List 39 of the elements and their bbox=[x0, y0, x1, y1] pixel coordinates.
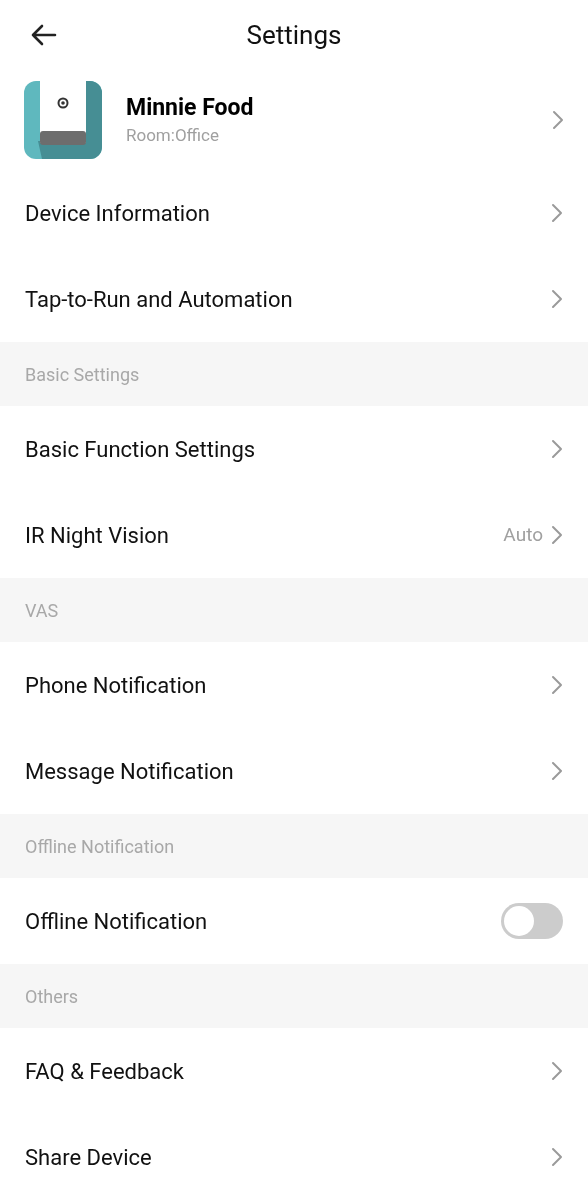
settings-row[interactable]: Message Notification bbox=[0, 728, 588, 814]
row-label: Device Information bbox=[25, 199, 211, 228]
section-header: VAS bbox=[0, 578, 588, 642]
chevron-right-icon bbox=[551, 675, 563, 695]
settings-row[interactable]: Basic Function Settings bbox=[0, 406, 588, 492]
row-label: Message Notification bbox=[25, 757, 235, 786]
device-icon bbox=[24, 81, 102, 159]
row-label: Phone Notification bbox=[25, 671, 208, 700]
row-label: Tap-to-Run and Automation bbox=[25, 285, 294, 314]
page-title: Settings bbox=[246, 18, 342, 52]
section-header: Offline Notification bbox=[0, 814, 588, 878]
device-room: Room:Office bbox=[126, 124, 220, 147]
settings-row[interactable]: FAQ & Feedback bbox=[0, 1028, 588, 1114]
chevron-right-icon bbox=[552, 110, 564, 130]
row-label: FAQ & Feedback bbox=[25, 1057, 185, 1086]
chevron-right-icon bbox=[551, 289, 563, 309]
settings-row[interactable]: Offline Notification bbox=[0, 878, 588, 964]
section-header: Others bbox=[0, 964, 588, 1028]
row-value: Auto bbox=[503, 521, 543, 548]
chevron-right-icon bbox=[551, 761, 563, 781]
back-arrow-icon bbox=[29, 23, 57, 47]
settings-row[interactable]: Share Device bbox=[0, 1114, 588, 1200]
toggle-switch[interactable] bbox=[501, 903, 563, 939]
chevron-right-icon bbox=[551, 1061, 563, 1081]
settings-row[interactable]: IR Night Vision Auto bbox=[0, 492, 588, 578]
device-name: Minnie Food bbox=[126, 93, 255, 123]
settings-row[interactable]: Device Information bbox=[0, 170, 588, 256]
row-label: Share Device bbox=[25, 1143, 153, 1172]
settings-row[interactable]: Tap-to-Run and Automation bbox=[0, 256, 588, 342]
device-row[interactable]: Minnie Food Room:Office bbox=[0, 70, 588, 170]
row-label: Basic Function Settings bbox=[25, 435, 257, 464]
settings-row[interactable]: Phone Notification bbox=[0, 642, 588, 728]
section-header: Basic Settings bbox=[0, 342, 588, 406]
chevron-right-icon bbox=[551, 439, 563, 459]
row-label: Offline Notification bbox=[25, 907, 209, 936]
chevron-right-icon bbox=[551, 203, 563, 223]
chevron-right-icon bbox=[551, 525, 563, 545]
row-label: IR Night Vision bbox=[25, 521, 170, 550]
chevron-right-icon bbox=[551, 1147, 563, 1167]
